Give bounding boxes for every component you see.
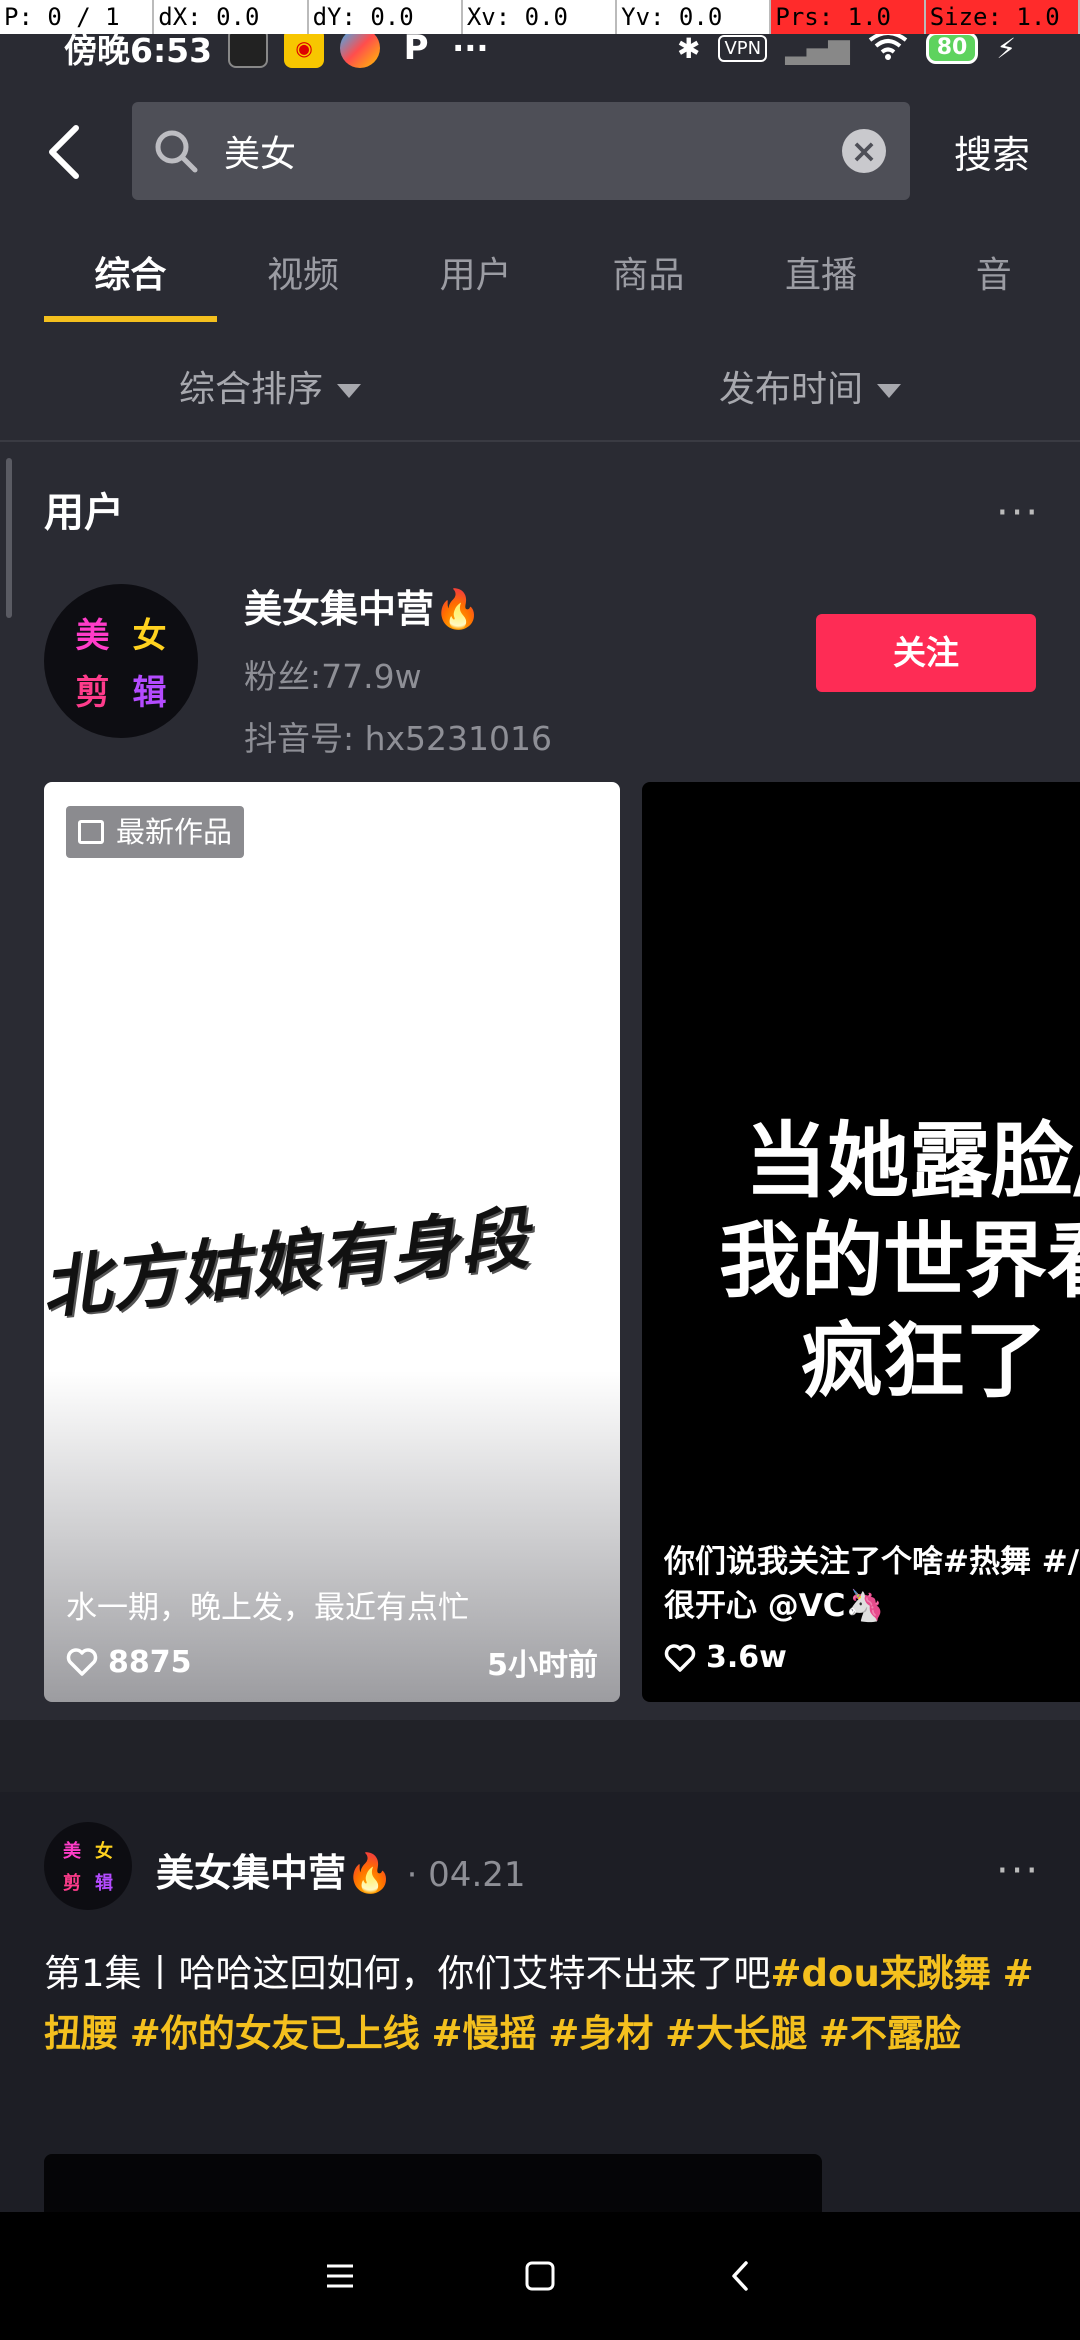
- video-card[interactable]: 最新作品 北方姑娘有身段 水一期，晚上发，最近有点忙 8875 5小时前: [44, 782, 620, 1702]
- tab-general[interactable]: 综合: [44, 236, 217, 332]
- signal-icon: ▂▄▆: [785, 31, 850, 65]
- pointer-debug-bar: P: 0 / 1 dX: 0.0 dY: 0.0 Xv: 0.0 Yv: 0.0…: [0, 0, 1080, 34]
- caption-line: 很开心 @VC🦄: [664, 1588, 885, 1624]
- like-count: 3.6w: [706, 1640, 787, 1675]
- user-fans: 粉丝:77.9w: [244, 657, 422, 696]
- hashtag[interactable]: #大长腿: [665, 2012, 807, 2055]
- wifi-icon: [868, 30, 908, 67]
- overlay-line: 我的世界看: [718, 1214, 1080, 1309]
- publish-time-dropdown[interactable]: 发布时间: [540, 342, 1080, 438]
- post-video-thumbnail[interactable]: [44, 2154, 822, 2214]
- chevron-left-icon: [49, 125, 79, 179]
- battery-icon: 80: [925, 32, 979, 64]
- search-query-text: 美女: [224, 134, 297, 175]
- debug-prs: Prs: 1.0: [771, 0, 926, 34]
- avatar-char: 女: [95, 1841, 113, 1862]
- browser-icon: [340, 28, 381, 68]
- caption-line: 你们说我关注了个啥#热舞 #/: [664, 1544, 1080, 1580]
- back-triangle-icon[interactable]: [715, 2251, 765, 2301]
- post-author-avatar[interactable]: 美 女 剪 辑: [44, 1822, 132, 1910]
- result-tabs: 综合 视频 用户 商品 直播 音: [0, 236, 1080, 332]
- overlay-line: 疯狂了: [800, 1314, 1047, 1409]
- search-input[interactable]: 美女 ×: [132, 102, 910, 200]
- video-overlay-text: 当她露脸/ 我的世界看 疯狂了: [714, 1112, 1080, 1412]
- badge-label: 最新作品: [116, 815, 233, 849]
- avatar-char: 美: [75, 616, 110, 656]
- hashtag[interactable]: #dou来跳舞: [771, 1952, 991, 1995]
- avatar-char: 辑: [132, 673, 167, 713]
- caret-down-icon: [337, 384, 361, 398]
- search-header: 美女 × 搜索: [0, 100, 1080, 202]
- bluetooth-icon: ✱: [676, 31, 701, 65]
- avatar-char: 剪: [75, 673, 110, 713]
- search-icon: [155, 130, 198, 173]
- video-caption: 水一期，晚上发，最近有点忙: [66, 1590, 469, 1626]
- divider: [0, 440, 1080, 442]
- search-button[interactable]: 搜索: [954, 124, 1030, 179]
- more-horizontal-icon[interactable]: ···: [996, 1848, 1040, 1894]
- home-square-icon[interactable]: [515, 2251, 565, 2301]
- like-count: 8875: [108, 1644, 192, 1680]
- overlay-line: 当她露脸/: [745, 1114, 1080, 1209]
- hashtag[interactable]: #身材: [548, 2012, 653, 2055]
- debug-yv: Yv: 0.0: [617, 0, 772, 34]
- charging-icon: ⚡: [996, 31, 1016, 65]
- hashtag[interactable]: #你的女友已上线: [130, 2012, 420, 2055]
- more-horizontal-icon[interactable]: ···: [996, 490, 1040, 536]
- avatar-char: 剪: [63, 1873, 81, 1894]
- system-nav-bar: [0, 2212, 1080, 2340]
- debug-dx: dX: 0.0: [154, 0, 309, 34]
- user-id: 抖音号: hx5231016: [244, 719, 553, 758]
- video-overlay-text: 北方姑娘有身段: [44, 1198, 534, 1330]
- video-stats: 8875 5小时前: [66, 1640, 598, 1684]
- avatar-char: 美: [63, 1841, 81, 1862]
- avatar-char: 女: [132, 616, 167, 656]
- scroll-indicator: [6, 458, 12, 618]
- menu-icon[interactable]: [315, 2251, 365, 2301]
- avatar-char: 辑: [95, 1873, 113, 1894]
- debug-dy: dY: 0.0: [309, 0, 463, 34]
- weibo-icon: ◉: [284, 28, 325, 68]
- tab-users[interactable]: 用户: [389, 236, 562, 332]
- users-section-title: 用户: [44, 490, 124, 536]
- tab-video[interactable]: 视频: [217, 236, 390, 332]
- tab-music[interactable]: 音: [907, 236, 1080, 332]
- debug-size: Size: 1.0: [925, 0, 1080, 34]
- publish-time-label: 发布时间: [718, 369, 863, 410]
- post-time: 5小时前: [487, 1648, 598, 1683]
- post-text: 第1集丨哈哈这回如何，你们艾特不出来了吧: [44, 1952, 771, 1995]
- heart-icon: [66, 1648, 98, 1676]
- follow-button[interactable]: 关注: [816, 614, 1036, 692]
- vpn-icon: VPN: [718, 34, 768, 62]
- hashtag[interactable]: #慢摇: [432, 2012, 537, 2055]
- video-card[interactable]: 当她露脸/ 我的世界看 疯狂了 你们说我关注了个啥#热舞 #/ 很开心 @VC🦄…: [642, 782, 1080, 1702]
- video-icon: [78, 820, 104, 844]
- app-notification-icon: [228, 28, 269, 68]
- back-button[interactable]: [40, 122, 90, 182]
- tab-live[interactable]: 直播: [735, 236, 908, 332]
- sort-label: 综合排序: [178, 369, 323, 410]
- video-caption: 你们说我关注了个啥#热舞 #/ 很开心 @VC🦄: [664, 1540, 1080, 1628]
- post-author[interactable]: 美女集中营🔥 · 04.21: [156, 1842, 526, 1897]
- filter-bar: 综合排序 发布时间: [0, 342, 1080, 438]
- video-stats: 3.6w: [664, 1640, 787, 1675]
- more-notifications-icon: ···: [452, 29, 489, 67]
- latest-work-badge: 最新作品: [66, 806, 245, 858]
- avatar[interactable]: 美 女 剪 辑: [44, 584, 198, 738]
- section-gap: [0, 1720, 1080, 1792]
- p-app-icon: P: [403, 28, 429, 68]
- hashtag[interactable]: #不露脸: [819, 2012, 961, 2055]
- debug-p: P: 0 / 1: [0, 0, 155, 34]
- post-description: 第1集丨哈哈这回如何，你们艾特不出来了吧#dou来跳舞 #扭腰 #你的女友已上线…: [44, 1944, 1044, 2064]
- clear-icon[interactable]: ×: [842, 129, 886, 173]
- caret-down-icon: [877, 384, 901, 398]
- user-name[interactable]: 美女集中营🔥: [244, 578, 481, 633]
- post-date: · 04.21: [406, 1855, 526, 1895]
- post-author-name: 美女集中营🔥: [156, 1851, 394, 1895]
- sort-dropdown[interactable]: 综合排序: [0, 342, 540, 438]
- heart-icon: [664, 1643, 696, 1672]
- tab-products[interactable]: 商品: [562, 236, 735, 332]
- debug-xv: Xv: 0.0: [463, 0, 618, 34]
